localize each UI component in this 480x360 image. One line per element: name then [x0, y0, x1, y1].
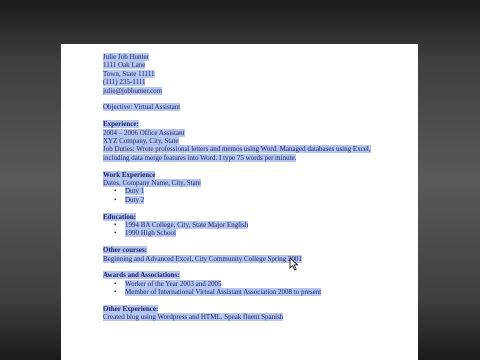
- list-item: Duty 2: [114, 195, 411, 205]
- experience-heading: Experience:: [103, 120, 139, 129]
- other-courses-heading: Other courses:: [103, 246, 147, 255]
- experience-line: XYZ Company, City, State: [103, 137, 179, 146]
- objective-line: Objective: Virtual Assistant: [103, 103, 181, 112]
- awards-list: Worker of the Year 2003 and 2005 Member …: [103, 279, 411, 297]
- contact-phone: (111) 235-1111: [103, 78, 146, 87]
- experience-line: including data merge features into Word.…: [103, 153, 297, 162]
- list-item: 1990 High School: [114, 229, 411, 238]
- list-item: 1994 BA College, City, State Major Engli…: [114, 221, 411, 230]
- resume-content: Julie Job Hunter 1111 Oak Lane Town, Sta…: [103, 53, 411, 322]
- other-experience-heading: Other Experience:: [103, 305, 159, 314]
- contact-name: Julie Job Hunter: [103, 53, 149, 61]
- experience-line: 2004 – 2006 Office Assistant: [103, 128, 185, 137]
- awards-heading: Awards and Associations:: [103, 271, 180, 280]
- contact-street: 1111 Oak Lane: [103, 61, 146, 70]
- education-heading: Education:: [103, 212, 137, 221]
- duties-list: Duty 1 Duty 2: [103, 187, 411, 205]
- work-experience-subline: Dates, Company Name, City, State: [103, 179, 201, 188]
- mouse-pointer-icon: [289, 257, 299, 271]
- other-courses-line: Beginning and Advanced Excel, City Commu…: [103, 254, 302, 263]
- contact-email: julie@jobhunter.com: [103, 86, 163, 95]
- education-list: 1994 BA College, City, State Major Engli…: [103, 221, 411, 238]
- experience-line: Job Duties: Wrote professional letters a…: [103, 145, 371, 154]
- contact-town: Town, State 11111: [103, 69, 155, 78]
- work-experience-heading: Work Experience: [103, 170, 156, 179]
- list-item: Worker of the Year 2003 and 2005: [114, 279, 411, 289]
- list-item: Duty 1: [114, 187, 411, 196]
- list-item: Member of International Virtual Assistan…: [114, 288, 411, 297]
- document-page[interactable]: Julie Job Hunter 1111 Oak Lane Town, Sta…: [61, 44, 418, 360]
- other-experience-line: Created blog using Wordpress and HTML. S…: [103, 313, 284, 322]
